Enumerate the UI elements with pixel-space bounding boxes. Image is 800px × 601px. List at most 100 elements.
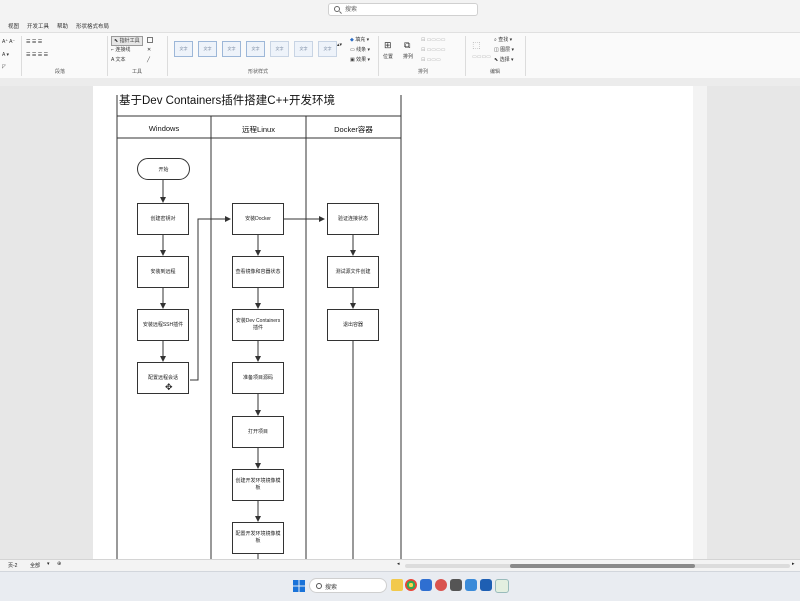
- separator: [107, 36, 108, 76]
- change-shape-label: ▭▭▭▭: [472, 54, 491, 60]
- flow-step[interactable]: 创建密钥对: [137, 203, 189, 235]
- group-editing-label: 编辑: [490, 69, 501, 75]
- lane-header-windows: Windows: [148, 124, 180, 133]
- app-icon[interactable]: [495, 579, 509, 593]
- position-icon[interactable]: ⊞: [384, 41, 392, 50]
- font-dialog-icon[interactable]: ◸: [2, 63, 6, 71]
- line-style-icon: ▭: [350, 47, 355, 53]
- align-top-icon[interactable]: ☰ ☰ ☰: [26, 38, 42, 46]
- text-label: 文本: [115, 57, 126, 63]
- start-icon[interactable]: [293, 579, 305, 592]
- style-swatch[interactable]: 文字: [318, 41, 337, 57]
- style-swatch[interactable]: 文字: [246, 41, 265, 57]
- flow-step[interactable]: 退出容器: [327, 309, 379, 341]
- title-bar: 搜索: [0, 0, 800, 19]
- vscode-icon[interactable]: [465, 579, 477, 591]
- taskbar: 搜索: [0, 571, 800, 601]
- flow-start[interactable]: 开始: [137, 158, 190, 180]
- flow-step[interactable]: 测试源文件创建: [327, 256, 379, 288]
- lane-header-docker: Docker容器: [334, 125, 373, 134]
- separator: [525, 36, 526, 76]
- text-button[interactable]: A 文本: [111, 56, 125, 64]
- page-tab-all[interactable]: 全部: [30, 562, 40, 569]
- scroll-right-icon[interactable]: ▸: [792, 561, 795, 567]
- bring-forward-icon: ⊟ ▭▭▭▭: [421, 37, 446, 43]
- select-icon: ⬉: [494, 57, 499, 63]
- menu-bar: 视图 开发工具 帮助 形状格式布局: [0, 19, 800, 32]
- send-backward-icon: ⊟ ▭▭▭▭: [421, 47, 446, 53]
- search-box[interactable]: 搜索: [328, 3, 478, 16]
- pointer-tool-label: 指针工具: [119, 38, 140, 44]
- flow-step[interactable]: 安装到远程: [137, 256, 189, 288]
- app-icon[interactable]: [435, 579, 447, 591]
- flow-step[interactable]: 安装Dev Containers插件: [232, 309, 284, 341]
- line-icon[interactable]: ╱: [147, 56, 150, 64]
- group-shape-styles-label: 形状样式: [248, 69, 269, 75]
- taskbar-search[interactable]: 搜索: [309, 578, 387, 593]
- dropdown-icon[interactable]: ▾: [47, 561, 50, 567]
- style-swatch[interactable]: 文字: [198, 41, 217, 57]
- menu-view[interactable]: 视图: [8, 22, 19, 30]
- find-icon: ⌕: [494, 37, 497, 43]
- connector-label: 连接线: [115, 47, 131, 53]
- connector-button[interactable]: ⌐ 连接线: [111, 46, 130, 54]
- taskbar-search-placeholder: 搜索: [325, 585, 338, 591]
- page-indicator[interactable]: 页-2: [8, 562, 17, 569]
- group-paragraph-label: 段落: [55, 69, 66, 75]
- pointer-tool-button[interactable]: ⬉ 指针工具: [111, 36, 143, 46]
- font-size-grow-icon[interactable]: A⁺ A⁻: [2, 38, 15, 46]
- flow-step[interactable]: 安装Docker: [232, 203, 284, 235]
- add-page-icon[interactable]: ⊕: [57, 561, 61, 567]
- menu-developer[interactable]: 开发工具: [27, 22, 49, 30]
- line-button[interactable]: ▭ 线条 ▾: [350, 46, 370, 54]
- search-placeholder: 搜索: [345, 7, 358, 13]
- flowchart-lines: [116, 95, 402, 559]
- fill-icon: ◆: [350, 37, 354, 43]
- menu-shape-format[interactable]: 形状格式布局: [76, 22, 109, 30]
- menu-help[interactable]: 帮助: [57, 22, 68, 30]
- fill-button[interactable]: ◆ 填充 ▾: [350, 36, 369, 44]
- flow-step[interactable]: 配置远程会话: [137, 362, 189, 394]
- gallery-more-icon[interactable]: ▴▾: [337, 41, 342, 49]
- rectangle-icon[interactable]: [147, 37, 153, 43]
- flow-step[interactable]: 配置开发环境镜像模板: [232, 522, 284, 554]
- search-icon: [334, 6, 340, 12]
- style-swatch[interactable]: 文字: [270, 41, 289, 57]
- flow-step[interactable]: 查看镜像和容器状态: [232, 256, 284, 288]
- app-icon[interactable]: [480, 579, 492, 591]
- style-swatch[interactable]: 文字: [222, 41, 241, 57]
- drawing-canvas[interactable]: 基于Dev Containers插件搭建C++开发环境 Windows 远程Li…: [0, 86, 800, 559]
- arrange-icon[interactable]: ⧉: [404, 41, 410, 50]
- horizontal-scrollbar[interactable]: [405, 564, 790, 568]
- lane-header-linux: 远程Linux: [242, 125, 275, 134]
- visio-icon[interactable]: [420, 579, 432, 591]
- change-shape-icon: ⬚: [472, 40, 481, 50]
- effects-icon: ▣: [350, 57, 355, 63]
- scroll-left-icon[interactable]: ◂: [397, 561, 400, 567]
- chrome-icon[interactable]: [405, 579, 417, 591]
- separator: [167, 36, 168, 76]
- flow-step[interactable]: 创建开发环境镜像模板: [232, 469, 284, 501]
- separator: [465, 36, 466, 76]
- separator: [378, 36, 379, 76]
- flow-step[interactable]: 安装远程SSH插件: [137, 309, 189, 341]
- find-button[interactable]: ⌕ 查找 ▾: [494, 36, 512, 44]
- file-explorer-icon[interactable]: [391, 579, 403, 591]
- flow-step[interactable]: 准备项目源码: [232, 362, 284, 394]
- flow-arrow: [190, 216, 231, 381]
- separator: [21, 36, 22, 76]
- app-icon[interactable]: [450, 579, 462, 591]
- effects-button[interactable]: ▣ 效果 ▾: [350, 56, 370, 64]
- close-icon[interactable]: ✕: [147, 46, 151, 54]
- style-swatch[interactable]: 文字: [294, 41, 313, 57]
- style-swatch[interactable]: 文字: [174, 41, 193, 57]
- align-left-icon[interactable]: ☰ ☰ ☰ ☰: [26, 51, 48, 59]
- move-cursor-icon: ✥: [165, 382, 173, 392]
- flow-step[interactable]: 验证连接状态: [327, 203, 379, 235]
- scrollbar-thumb[interactable]: [510, 564, 695, 568]
- layers-button[interactable]: ◫ 图层 ▾: [494, 46, 514, 54]
- font-color-icon[interactable]: A ▾: [2, 51, 9, 59]
- group-tools-label: 工具: [132, 69, 143, 75]
- select-button[interactable]: ⬉ 选择 ▾: [494, 56, 514, 64]
- flow-step[interactable]: 打开项目: [232, 416, 284, 448]
